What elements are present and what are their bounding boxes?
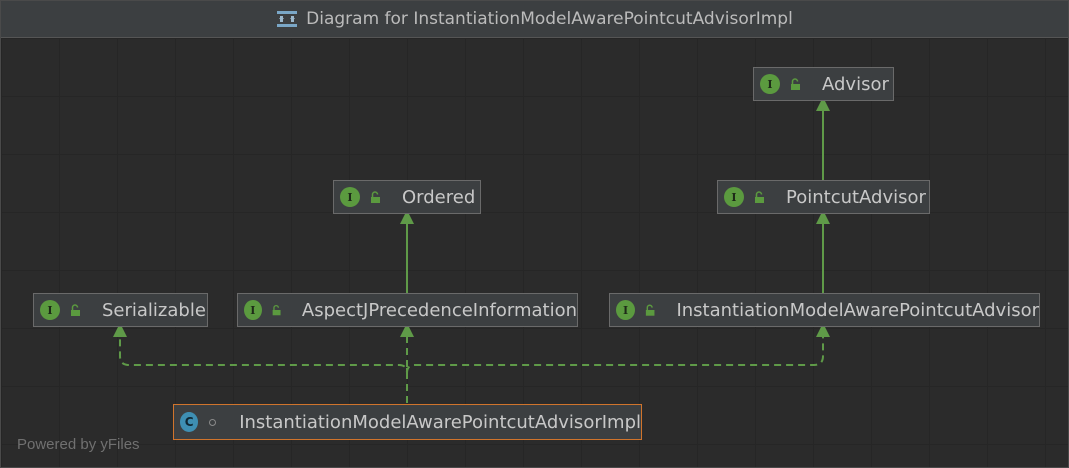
unlock-icon (791, 78, 800, 90)
diagram-canvas[interactable]: I Advisor I Ordered I PointcutAdvisor I … (1, 38, 1068, 467)
node-serializable[interactable]: I Serializable (33, 293, 208, 327)
node-instantiation-model-aware-pointcut-advisor[interactable]: I InstantiationModelAwarePointcutAdvisor (609, 293, 1040, 327)
class-icon: C (180, 412, 199, 432)
title-bar: Diagram for InstantiationModelAwarePoint… (1, 1, 1068, 38)
interface-icon: I (616, 300, 636, 320)
interface-icon: I (244, 300, 262, 320)
powered-by-label: Powered by yFiles (17, 436, 140, 453)
window-title: Diagram for InstantiationModelAwarePoint… (306, 9, 793, 29)
unlock-icon (71, 304, 80, 316)
interface-icon: I (40, 300, 60, 320)
node-label: PointcutAdvisor (786, 186, 926, 208)
unlock-icon (755, 191, 764, 203)
edge-impl-serializable (113, 323, 408, 374)
node-ordered[interactable]: I Ordered (333, 180, 481, 214)
unlock-icon (645, 304, 655, 316)
node-instantiation-model-aware-pointcut-advisor-impl[interactable]: C InstantiationModelAwarePointcutAdvisor… (173, 404, 642, 440)
node-aspectj-precedence-information[interactable]: I AspectJPrecedenceInformation (237, 293, 578, 327)
interface-icon: I (340, 187, 360, 207)
interface-icon: I (760, 74, 780, 94)
node-label: InstantiationModelAwarePointcutAdvisor (676, 299, 1039, 321)
interface-icon: I (724, 187, 744, 207)
unlock-icon (371, 191, 380, 203)
node-label: Ordered (402, 186, 476, 208)
node-label: AspectJPrecedenceInformation (301, 299, 577, 321)
node-pointcut-advisor[interactable]: I PointcutAdvisor (717, 180, 930, 214)
diagram-window: Diagram for InstantiationModelAwarePoint… (0, 0, 1069, 468)
node-advisor[interactable]: I Advisor (753, 67, 894, 101)
edge-impl-imapa (406, 323, 830, 374)
node-label: InstantiationModelAwarePointcutAdvisorIm… (239, 411, 641, 433)
diagram-icon (277, 11, 298, 27)
node-label: Serializable (102, 299, 206, 321)
unlock-icon (272, 304, 281, 316)
node-label: Advisor (822, 73, 889, 95)
package-private-icon (206, 415, 219, 429)
